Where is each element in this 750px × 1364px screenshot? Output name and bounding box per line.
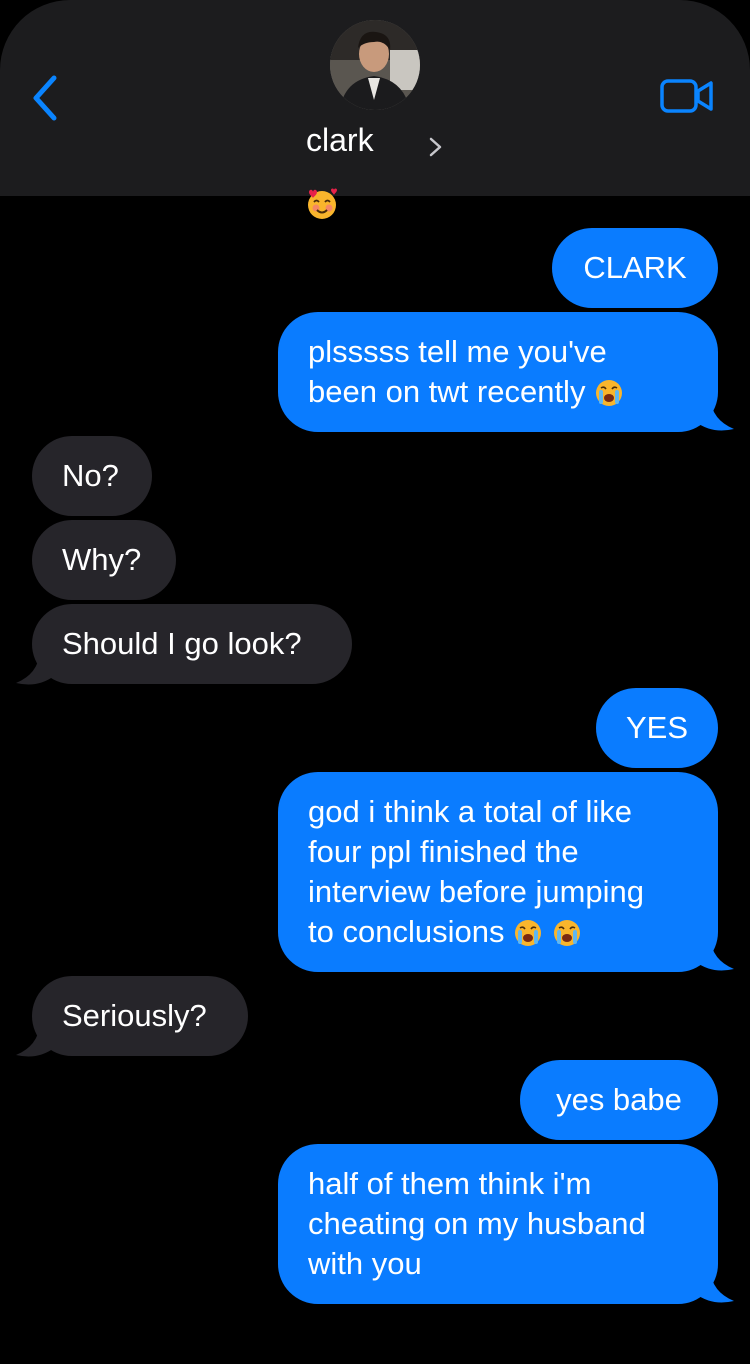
contact-name: clark bbox=[306, 122, 374, 158]
contact-avatar[interactable] bbox=[330, 20, 420, 110]
message-text: YES bbox=[625, 710, 689, 745]
message-line: four ppl finished the bbox=[308, 834, 579, 869]
message-line: interview before jumping bbox=[308, 874, 645, 909]
bubble-tail bbox=[696, 398, 734, 431]
loudly-crying-face-icon bbox=[596, 380, 623, 406]
contact-name-row[interactable]: clark bbox=[0, 118, 750, 168]
bubble-tail bbox=[16, 1024, 54, 1057]
message-bubble-received[interactable]: Should I go look? bbox=[32, 604, 352, 684]
conversation-header: clark bbox=[0, 0, 750, 196]
message-bubble-sent[interactable]: god i think a total of like four ppl fin… bbox=[278, 772, 718, 972]
message-text: yes babe bbox=[556, 1082, 682, 1117]
chevron-right-icon[interactable] bbox=[427, 134, 445, 160]
message-bubble-sent[interactable]: yes babe bbox=[520, 1060, 718, 1140]
message-text: No? bbox=[62, 458, 119, 493]
message-text: Why? bbox=[62, 542, 142, 577]
message-bubble-sent[interactable]: plsssss tell me you've been on twt recen… bbox=[278, 312, 718, 432]
message-line: half of them think i'm bbox=[308, 1166, 592, 1201]
smiling-face-with-hearts-icon bbox=[308, 188, 337, 219]
loudly-crying-face-icon bbox=[553, 920, 580, 946]
chevron-left-icon[interactable] bbox=[28, 72, 68, 124]
bubble-tail bbox=[696, 938, 734, 971]
message-text: CLARK bbox=[583, 250, 687, 285]
message-line: with you bbox=[308, 1246, 422, 1281]
message-bubble-sent[interactable]: CLARK bbox=[552, 228, 718, 308]
video-camera-icon[interactable] bbox=[660, 78, 714, 114]
message-line: to conclusions bbox=[308, 914, 505, 949]
message-line: god i think a total of like bbox=[308, 794, 632, 829]
message-line: plsssss tell me you've bbox=[308, 334, 607, 369]
message-line: cheating on my husband bbox=[308, 1206, 646, 1241]
message-bubble-sent[interactable]: half of them think i'm cheating on my hu… bbox=[278, 1144, 718, 1304]
message-bubble-received[interactable]: Why? bbox=[32, 520, 176, 600]
avatar-photo bbox=[330, 20, 420, 110]
message-text: Seriously? bbox=[62, 998, 207, 1033]
message-bubble-received[interactable]: No? bbox=[32, 436, 152, 516]
message-line: been on twt recently bbox=[308, 374, 586, 409]
bubble-tail bbox=[696, 1270, 734, 1303]
loudly-crying-face-icon bbox=[515, 920, 542, 946]
message-text: Should I go look? bbox=[62, 626, 302, 661]
bubble-tail bbox=[16, 652, 54, 685]
message-bubble-received[interactable]: Seriously? bbox=[32, 976, 248, 1056]
message-bubble-sent[interactable]: YES bbox=[596, 688, 718, 768]
conversation-screen: clark CLARK plsssss tell me you've been … bbox=[0, 0, 750, 1364]
